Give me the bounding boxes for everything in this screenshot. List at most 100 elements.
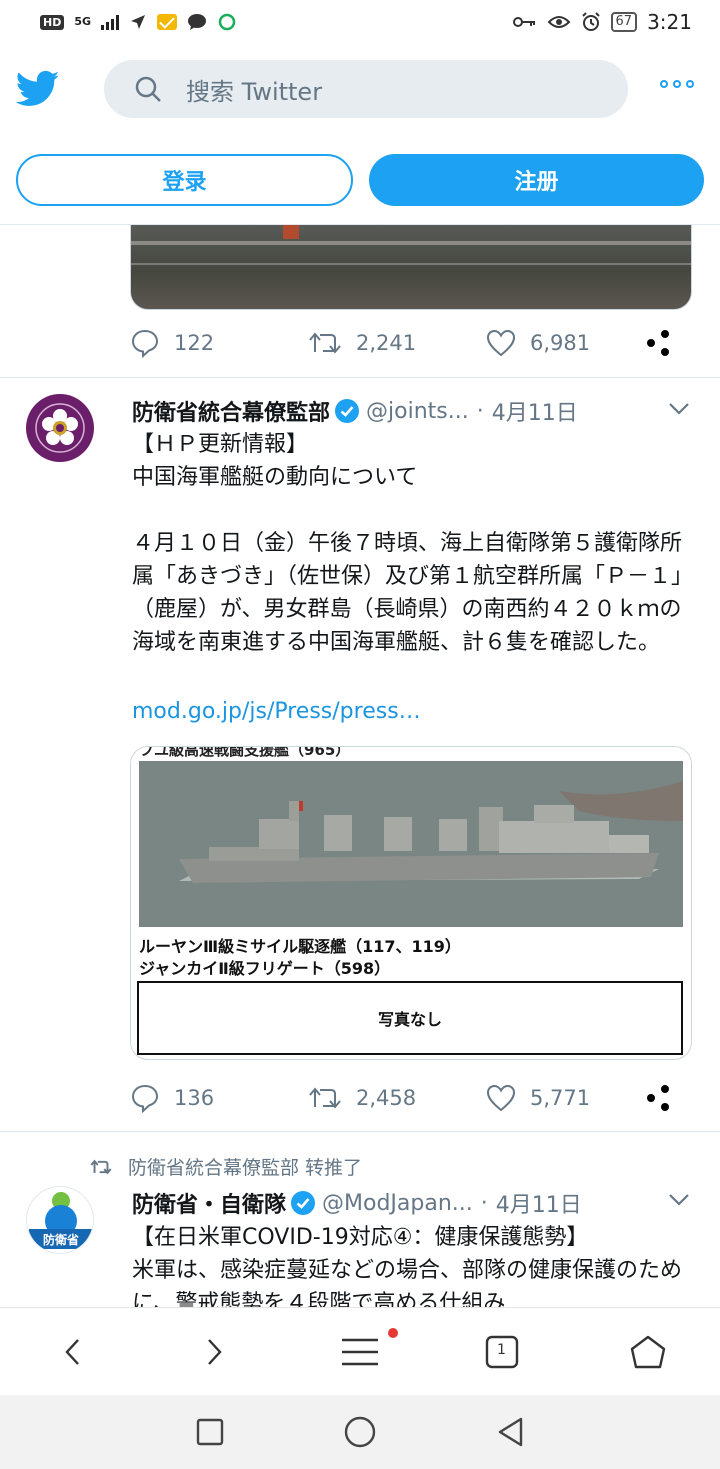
- more-dot-icon: [673, 80, 681, 88]
- twitter-logo-icon[interactable]: [16, 70, 60, 108]
- location-icon: [131, 15, 146, 29]
- system-home-button[interactable]: [330, 1395, 390, 1469]
- heart-icon: [486, 1084, 516, 1112]
- search-input[interactable]: 搜索 Twitter: [104, 60, 628, 118]
- mail-notification-icon: [157, 14, 178, 30]
- more-dot-icon: [686, 80, 694, 88]
- retweet-icon: [309, 332, 341, 354]
- signal-icon: [101, 14, 120, 30]
- retweet-button[interactable]: 2,458: [308, 1085, 486, 1111]
- home-button[interactable]: [616, 1308, 680, 1396]
- chevron-down-icon[interactable]: [668, 1193, 690, 1207]
- tweet-header: 防衛省・自衛隊 @ModJapan... · 4月11日: [132, 1187, 582, 1219]
- previous-tweet-media[interactable]: [130, 225, 692, 310]
- search-placeholder: 搜索 Twitter: [186, 77, 323, 106]
- like-button[interactable]: 6,981: [486, 329, 664, 357]
- reply-button[interactable]: 122: [130, 328, 308, 358]
- link-card[interactable]: フユ級高速戦闘支援艦（965） ルーヤンⅢ級ミサイル駆逐艦（117、119） ジ…: [130, 746, 692, 1060]
- retweet-icon: [90, 1159, 112, 1174]
- retweet-button[interactable]: 2,241: [308, 330, 486, 356]
- forward-button[interactable]: [183, 1308, 247, 1396]
- hamburger-menu-icon: [342, 1338, 378, 1366]
- reply-icon: [131, 1084, 159, 1113]
- tabs-button[interactable]: 1: [470, 1308, 534, 1396]
- more-dot-icon: [660, 80, 668, 88]
- tweet-actions: 136 2,458 5,771: [130, 1083, 672, 1113]
- heart-icon: [486, 329, 516, 357]
- key-icon: [512, 17, 535, 27]
- more-options-button[interactable]: [660, 80, 694, 88]
- tab-count: 1: [497, 1342, 506, 1358]
- reply-button[interactable]: 136: [130, 1083, 308, 1113]
- retweet-count: 2,241: [356, 331, 417, 355]
- tweet-header: 防衛省統合幕僚監部 @joints... · 4月11日: [132, 395, 578, 427]
- card-top-caption: フユ級高速戦闘支援艦（965）: [139, 746, 351, 759]
- alarm-icon: [581, 12, 600, 31]
- runway-stripe: [131, 263, 691, 265]
- circle-icon: [344, 1416, 376, 1448]
- jsoj-emblem-icon: [27, 395, 93, 461]
- verified-badge-icon: [335, 399, 360, 423]
- separator-dot: ·: [480, 1190, 488, 1216]
- like-count: 6,981: [530, 331, 591, 355]
- system-back-button[interactable]: [480, 1395, 540, 1469]
- tweet-text: 【ＨＰ更新情報】 中国海軍艦艇の動向について ４月１０日（金）午後７時頃、海上自…: [132, 432, 683, 655]
- no-photo-box: 写真なし: [137, 981, 683, 1055]
- square-icon: [196, 1418, 224, 1446]
- share-icon[interactable]: [644, 1083, 672, 1113]
- battery-indicator: 67: [610, 12, 638, 32]
- tweet-date[interactable]: 4月11日: [492, 395, 578, 427]
- tweet-date[interactable]: 4月11日: [496, 1187, 582, 1219]
- retweet-context: 防衛省統合幕僚監部 转推了: [90, 1153, 362, 1180]
- chevron-right-icon: [208, 1339, 222, 1365]
- avatar[interactable]: 防衛省: [26, 1186, 94, 1254]
- chat-icon: [218, 13, 236, 31]
- author-handle[interactable]: @ModJapan...: [322, 1191, 473, 1216]
- avatar[interactable]: [26, 394, 94, 462]
- clock: 3:21: [647, 10, 692, 34]
- tweet-text: 【在日米軍COVID-19対応④：健康保護態勢】 米軍は、感染症蔓延などの場合、…: [132, 1225, 683, 1307]
- signup-button[interactable]: 注册: [369, 154, 704, 206]
- hd-indicator: HD: [40, 14, 65, 30]
- retweeted-by-label[interactable]: 防衛省統合幕僚監部 转推了: [128, 1153, 362, 1180]
- status-bar: HD 5G 67 3:21: [0, 0, 720, 44]
- tweet-link[interactable]: mod.go.jp/js/Press/press…: [132, 699, 421, 724]
- like-button[interactable]: 5,771: [486, 1084, 664, 1112]
- author-name[interactable]: 防衛省統合幕僚監部: [132, 395, 330, 427]
- back-button[interactable]: [40, 1308, 104, 1396]
- ship-photo: [139, 761, 683, 927]
- separator-dot: ·: [476, 398, 484, 424]
- reply-count: 122: [174, 331, 215, 355]
- author-name[interactable]: 防衛省・自衛隊: [132, 1187, 286, 1219]
- home-icon: [630, 1335, 666, 1369]
- reply-icon: [131, 329, 159, 358]
- menu-button[interactable]: [328, 1308, 398, 1396]
- chevron-down-icon[interactable]: [668, 402, 690, 416]
- tweet-divider: [0, 377, 720, 378]
- card-caption: ジャンカイⅡ級フリゲート（598）: [139, 959, 391, 978]
- tweet-divider: [0, 1131, 720, 1132]
- triangle-back-icon: [498, 1417, 523, 1447]
- timeline-feed[interactable]: 122 2,241 6,981 防衛省統合幕僚監部 @joints... · 4…: [0, 225, 720, 1307]
- browser-toolbar: 1: [0, 1307, 720, 1395]
- chevron-left-icon: [65, 1339, 79, 1365]
- reply-count: 136: [174, 1086, 215, 1110]
- search-icon: [135, 76, 161, 102]
- share-icon[interactable]: [644, 328, 672, 358]
- card-caption: ルーヤンⅢ級ミサイル駆逐艦（117、119）: [139, 937, 461, 956]
- like-count: 5,771: [530, 1086, 591, 1110]
- network-type: 5G: [74, 15, 92, 28]
- retweet-icon: [309, 1087, 341, 1109]
- recents-button[interactable]: [180, 1395, 240, 1469]
- runway-stripe: [131, 241, 691, 245]
- warship-image: [139, 761, 683, 927]
- login-button[interactable]: 登录: [16, 154, 353, 206]
- marker-pylon: [283, 225, 299, 239]
- author-handle[interactable]: @joints...: [366, 399, 469, 424]
- eye-icon: [547, 16, 570, 28]
- notification-dot: [388, 1328, 398, 1338]
- system-navigation-bar: [0, 1395, 720, 1469]
- message-icon: [188, 14, 207, 30]
- avatar-label: 防衛省: [43, 1232, 79, 1247]
- mod-japan-logo-icon: 防衛省: [27, 1187, 93, 1253]
